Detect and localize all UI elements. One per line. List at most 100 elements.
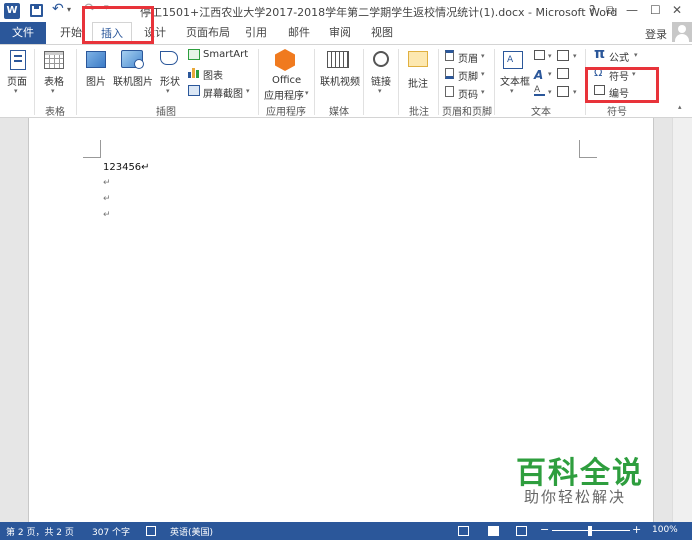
quick-parts-icon[interactable] (534, 50, 545, 60)
pages-button[interactable]: 页面 (7, 73, 27, 88)
tab-references[interactable]: 引用 (245, 22, 267, 44)
tab-mailings[interactable]: 邮件 (288, 22, 310, 44)
footer-dropdown-icon[interactable]: ▾ (481, 70, 485, 78)
zoom-level[interactable]: 100% (652, 525, 678, 535)
pages-dropdown-icon[interactable]: ▾ (14, 87, 18, 95)
group-text-label: 文本 (531, 107, 551, 118)
ribbon-display-button[interactable]: ⧉ (606, 3, 615, 18)
tab-page-layout[interactable]: 页面布局 (186, 22, 230, 44)
document-text-line[interactable]: 123456↵ (103, 162, 150, 173)
picture-button[interactable]: 图片 (86, 73, 106, 88)
page-number-icon[interactable] (445, 86, 454, 97)
office-apps-dropdown-icon[interactable]: ▾ (305, 89, 309, 97)
table-icon[interactable] (44, 51, 64, 69)
online-picture-icon[interactable] (121, 50, 144, 69)
header-button[interactable]: 页眉 (458, 50, 478, 65)
textbox-button[interactable]: 文本框 (500, 73, 530, 88)
tab-file[interactable]: 文件 (0, 22, 46, 44)
collapse-ribbon-icon[interactable]: ▴ (678, 103, 682, 111)
wordart-dropdown-icon[interactable]: ▾ (548, 70, 552, 78)
header-dropdown-icon[interactable]: ▾ (481, 52, 485, 60)
group-tables-label: 表格 (45, 107, 65, 118)
links-button[interactable]: 链接 (371, 73, 391, 88)
date-time-icon[interactable] (557, 68, 569, 79)
signature-line-icon[interactable] (557, 50, 569, 61)
equation-icon[interactable]: π (594, 46, 605, 62)
table-dropdown-icon[interactable]: ▾ (51, 87, 55, 95)
textbox-dropdown-icon[interactable]: ▾ (510, 87, 514, 95)
zoom-out-button[interactable]: − (540, 523, 549, 536)
undo-icon[interactable]: ↶ (52, 1, 64, 17)
object-dropdown-icon[interactable]: ▾ (573, 88, 577, 96)
smartart-button[interactable]: SmartArt (203, 49, 248, 60)
save-icon[interactable] (30, 4, 43, 17)
shapes-button[interactable]: 形状 (160, 73, 180, 88)
paragraph-mark: ↵ (103, 210, 111, 220)
zoom-slider-thumb[interactable] (588, 526, 592, 536)
header-icon[interactable] (445, 50, 454, 61)
screenshot-button[interactable]: 屏幕截图 (203, 85, 243, 100)
word-count-status[interactable]: 307 个字 (92, 525, 130, 538)
group-symbols-label: 符号 (607, 107, 627, 118)
equation-button[interactable]: 公式 (609, 49, 629, 64)
watermark-subtitle: 助你轻松解决 (524, 488, 627, 506)
page-count-status[interactable]: 第 2 页，共 2 页 (6, 525, 74, 538)
help-button[interactable]: ? (589, 3, 595, 17)
smartart-icon[interactable] (188, 49, 200, 60)
page-number-dropdown-icon[interactable]: ▾ (481, 88, 485, 96)
highlight-number-button (585, 67, 659, 103)
office-apps-button-line2[interactable]: 应用程序 (264, 87, 304, 102)
group-apps-label: 应用程序 (266, 107, 306, 118)
language-status[interactable]: 英语(美国) (170, 525, 213, 538)
page-number-button[interactable]: 页码 (458, 86, 478, 101)
signature-line-dropdown-icon[interactable]: ▾ (573, 52, 577, 60)
highlight-insert-tab (82, 6, 154, 44)
wordart-icon[interactable]: A (534, 68, 543, 82)
drop-cap-icon[interactable]: A (534, 86, 545, 96)
quick-parts-dropdown-icon[interactable]: ▾ (548, 52, 552, 60)
links-icon[interactable] (373, 51, 389, 67)
equation-dropdown-icon[interactable]: ▾ (634, 51, 638, 59)
tab-view[interactable]: 视图 (371, 22, 393, 44)
shapes-dropdown-icon[interactable]: ▾ (166, 87, 170, 95)
read-mode-icon[interactable] (458, 526, 469, 536)
drop-cap-dropdown-icon[interactable]: ▾ (548, 88, 552, 96)
table-button[interactable]: 表格 (44, 73, 64, 88)
print-layout-icon[interactable] (488, 526, 499, 536)
comment-button[interactable]: 批注 (408, 75, 428, 90)
office-apps-icon[interactable] (275, 49, 295, 71)
object-icon[interactable] (557, 86, 569, 97)
paragraph-mark: ↵ (103, 194, 111, 204)
vertical-scrollbar[interactable] (672, 118, 692, 522)
footer-button[interactable]: 页脚 (458, 68, 478, 83)
word-logo-icon[interactable]: W (4, 3, 20, 19)
screenshot-icon[interactable] (188, 85, 200, 96)
chart-button[interactable]: 图表 (203, 67, 223, 82)
links-dropdown-icon[interactable]: ▾ (378, 87, 382, 95)
shapes-icon[interactable] (160, 51, 178, 65)
proofing-icon[interactable] (146, 526, 156, 536)
group-illustrations-label: 插图 (156, 107, 176, 118)
pages-icon[interactable] (10, 50, 26, 70)
online-video-icon[interactable] (327, 51, 349, 68)
chart-icon[interactable] (188, 67, 200, 78)
maximize-button[interactable]: ☐ (650, 3, 661, 17)
online-video-button[interactable]: 联机视频 (320, 73, 360, 88)
tab-review[interactable]: 审阅 (329, 22, 351, 44)
close-button[interactable]: ✕ (672, 3, 682, 17)
comment-icon[interactable] (408, 51, 428, 67)
tab-home[interactable]: 开始 (60, 22, 82, 44)
picture-icon[interactable] (86, 51, 106, 68)
user-avatar-icon[interactable] (672, 22, 692, 42)
textbox-icon[interactable]: A (503, 51, 523, 69)
sign-in-link[interactable]: 登录 (645, 26, 667, 42)
paragraph-mark: ↵ (103, 178, 111, 188)
minimize-button[interactable]: — (626, 3, 638, 17)
online-picture-button[interactable]: 联机图片 (113, 73, 153, 88)
screenshot-dropdown-icon[interactable]: ▾ (246, 87, 250, 95)
office-apps-button[interactable]: Office (272, 75, 301, 86)
undo-dropdown-icon[interactable]: ▾ (67, 5, 71, 14)
zoom-in-button[interactable]: + (632, 523, 641, 536)
web-layout-icon[interactable] (516, 526, 527, 536)
footer-icon[interactable] (445, 68, 454, 79)
